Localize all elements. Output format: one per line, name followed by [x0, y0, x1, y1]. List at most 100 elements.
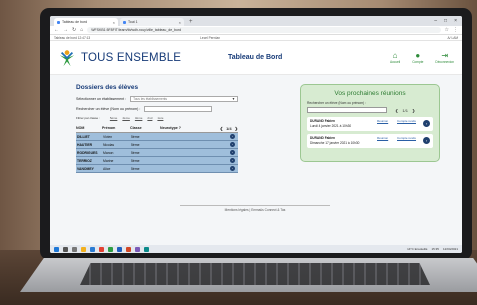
open-record-icon[interactable]: ›: [229, 165, 235, 172]
table-row[interactable]: TERRIOZ Marine 5ème ›: [76, 157, 238, 165]
prev-page-icon[interactable]: ❮: [395, 108, 398, 113]
filter-class[interactable]: 3ème: [135, 116, 143, 120]
bookmark-item[interactable]: A/ LAM: [448, 36, 458, 40]
nav-label: Déconnexion: [435, 60, 454, 64]
open-record-icon[interactable]: ›: [229, 149, 235, 156]
app-icon[interactable]: [144, 246, 149, 252]
new-tab-icon[interactable]: +: [186, 18, 196, 26]
weather-label[interactable]: 14°C Ensoleillé: [407, 247, 427, 251]
clock-date[interactable]: 12/04/2021: [443, 247, 458, 251]
filter-class[interactable]: 2nd: [147, 116, 152, 120]
file-explorer-icon[interactable]: [81, 246, 86, 252]
bookmark-item[interactable]: Lecel Perrdan: [200, 36, 220, 40]
home-icon[interactable]: ⌂: [80, 27, 83, 33]
menu-icon[interactable]: ⋮: [453, 27, 458, 33]
word-icon[interactable]: [117, 246, 122, 252]
bookmark-item[interactable]: Tableau de bord 12:47:13: [54, 36, 90, 40]
star-icon[interactable]: ☆: [445, 27, 449, 33]
filter-class[interactable]: 4ème: [122, 116, 130, 120]
open-record-icon[interactable]: ›: [229, 133, 235, 140]
report-link[interactable]: Compte rendu: [397, 119, 416, 123]
maximize-icon[interactable]: □: [444, 16, 447, 26]
user-icon: ●: [415, 51, 421, 60]
powerpoint-icon[interactable]: [126, 246, 131, 252]
meeting-link[interactable]: Réunion: [377, 119, 388, 123]
table-row[interactable]: HAUTIER Nicolas 5ème ›: [76, 141, 238, 149]
app-header: TOUS ENSEMBLE Tableau de Bord ⌂ Accueil …: [50, 41, 462, 75]
prev-page-icon[interactable]: ❮: [220, 126, 223, 131]
class-filters: Filtrer par classe : 5ème 4ème 3ème 2nd …: [76, 116, 238, 120]
column-header[interactable]: Classe: [130, 126, 160, 130]
open-record-icon[interactable]: ›: [229, 141, 235, 148]
browser-tab[interactable]: Tout 1 ×: [120, 18, 184, 26]
chrome-icon[interactable]: [99, 246, 104, 252]
url-input[interactable]: WFSKB1:5F8FIT/learn/tb/wdh-rouy/ville_ta…: [87, 27, 441, 33]
section-title: Dossiers des élèves: [76, 84, 139, 91]
filter-class[interactable]: 1ère: [157, 116, 163, 120]
close-tab-icon[interactable]: ×: [179, 20, 181, 25]
meetings-title: Vos prochaines réunions: [334, 90, 406, 97]
student-records-section: Dossiers des élèves Sélectionner un étab…: [76, 84, 238, 173]
reload-icon[interactable]: ↻: [72, 27, 76, 33]
nav-label: Compte: [412, 60, 424, 64]
main-content: Dossiers des élèves Sélectionner un étab…: [50, 76, 462, 246]
browser-tab-bar: Tableau de bord × Tout 1 × + – □ ×: [50, 16, 462, 26]
table-row[interactable]: VANOMEY Alice 5ème ›: [76, 165, 238, 173]
next-page-icon[interactable]: ❯: [235, 126, 238, 131]
meeting-date: Dimanche 17 janvier 2021 à 10h30: [310, 141, 360, 145]
meetings-panel: Vos prochaines réunions Rechercher un él…: [300, 84, 440, 162]
table-row[interactable]: RODRIGUES Manon 5ème ›: [76, 149, 238, 157]
school-select-value: Tous les établissements: [133, 97, 167, 101]
nav-label: Accueil: [389, 60, 401, 64]
search-label: Rechercher un élève (Nom ou prénom) :: [76, 107, 141, 111]
tab-label: Tableau de bord: [62, 20, 88, 24]
column-header[interactable]: Prénom: [102, 126, 130, 130]
open-record-icon[interactable]: ›: [229, 157, 235, 164]
edge-icon[interactable]: [90, 246, 95, 252]
meeting-link[interactable]: Réunion: [377, 136, 388, 140]
nav-account[interactable]: ● Compte: [412, 51, 423, 64]
forward-icon[interactable]: →: [63, 27, 68, 33]
page-indicator: 1/4: [226, 125, 232, 131]
cell-classe: 5ème: [131, 158, 140, 163]
column-header[interactable]: Neurotype ?: [160, 126, 200, 130]
next-page-icon[interactable]: ❯: [412, 108, 415, 113]
meetings-search-row: ❮ 1/1 ❯: [307, 107, 433, 113]
report-link[interactable]: Compte rendu: [397, 136, 416, 140]
student-search-input[interactable]: [144, 106, 213, 112]
open-meeting-icon[interactable]: ›: [423, 137, 430, 144]
cell-prenom: Nicolas: [103, 142, 115, 147]
laptop-keyboard: [80, 263, 430, 285]
logo[interactable]: TOUS ENSEMBLE: [58, 49, 228, 67]
filter-class[interactable]: 5ème: [110, 116, 118, 120]
cell-nom: DILLIET: [77, 134, 90, 139]
back-icon[interactable]: ←: [54, 27, 59, 33]
browser-tab[interactable]: Tableau de bord ×: [54, 18, 118, 26]
close-tab-icon[interactable]: ×: [113, 20, 115, 25]
column-header[interactable]: NOM: [76, 126, 102, 130]
page-indicator: 1/1: [402, 107, 408, 113]
school-select[interactable]: Tous les établissements ▼: [130, 96, 238, 102]
laptop-lid: Tableau de bord × Tout 1 × + – □ × ← → ↻…: [40, 8, 472, 260]
excel-icon[interactable]: [108, 246, 113, 252]
page-footer[interactable]: Mentions légales | Emmaüs Connect & Tas: [180, 205, 330, 212]
open-meeting-icon[interactable]: ›: [423, 120, 430, 127]
cell-classe: 5ème: [131, 134, 140, 139]
cell-nom: TERRIOZ: [77, 158, 92, 163]
nav-home[interactable]: ⌂ Accueil: [390, 51, 400, 64]
clock-time[interactable]: 15:35: [431, 247, 439, 251]
minimize-icon[interactable]: –: [434, 16, 437, 26]
table-row[interactable]: DILLIET Vivien 5ème ›: [76, 133, 238, 141]
cell-nom: RODRIGUES: [77, 150, 98, 155]
header-nav: ⌂ Accueil ● Compte ⇥ Déconnexion: [390, 51, 454, 64]
cell-classe: 5ème: [131, 166, 140, 171]
os-taskbar: 14°C Ensoleillé 15:35 12/04/2021: [50, 245, 462, 253]
task-view-icon[interactable]: [72, 246, 77, 252]
search-icon[interactable]: [63, 246, 68, 252]
teams-icon[interactable]: [135, 246, 140, 252]
meetings-search-input[interactable]: [307, 107, 387, 113]
close-window-icon[interactable]: ×: [454, 16, 457, 26]
window-controls: – □ ×: [434, 16, 462, 26]
start-icon[interactable]: [54, 246, 59, 252]
nav-logout[interactable]: ⇥ Déconnexion: [435, 51, 454, 64]
